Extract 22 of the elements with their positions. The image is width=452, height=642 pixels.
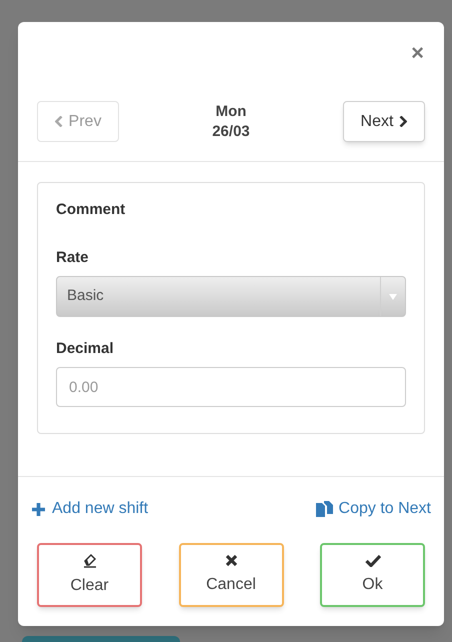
rate-select[interactable]: Basic [56, 276, 406, 317]
comment-label: Comment [56, 200, 126, 220]
chevron-right-icon [399, 116, 408, 127]
copy-link[interactable]: Copy to Next [316, 497, 431, 521]
date-label: 26/03 [212, 122, 250, 142]
rate-label: Rate [56, 248, 90, 268]
next-button[interactable]: Next [342, 101, 425, 142]
decimal-label: Decimal [56, 339, 115, 359]
cancel-button[interactable]: Cancel [178, 543, 284, 607]
copy-icon [316, 501, 333, 517]
ok-button[interactable]: Ok [320, 543, 425, 607]
dropdown-arrow-icon [389, 294, 397, 300]
close-icon [224, 554, 238, 566]
close-button[interactable]: × [411, 42, 424, 64]
clear-button[interactable]: Clear [37, 543, 142, 607]
decimal-input-field[interactable]: 0.00 [56, 367, 406, 407]
eraser-icon [82, 552, 98, 568]
checkmark-icon [364, 554, 380, 566]
chevron-left-icon [54, 116, 63, 127]
plus-icon [31, 502, 46, 516]
add-shift-link[interactable]: Add new shift [31, 497, 148, 521]
day-label: Mon [216, 102, 246, 122]
